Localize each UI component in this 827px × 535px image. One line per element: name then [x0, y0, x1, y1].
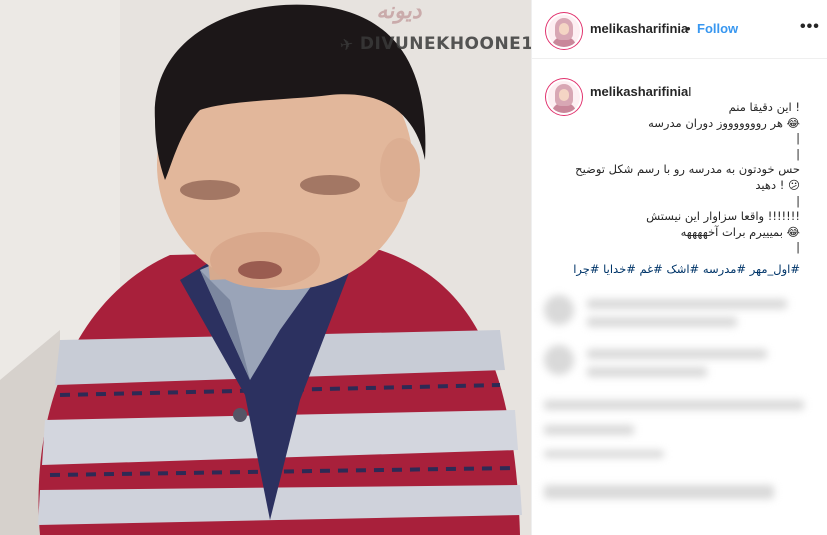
follow-button[interactable]: Follow — [697, 21, 738, 36]
caption-line: 😕 ! دهید — [755, 177, 800, 192]
post-sidebar: melikasharifinia • Follow ••• melikashar… — [531, 0, 827, 535]
caption-text: ! این دقیقا منم 😂 هر روووووووز دوران مدر… — [575, 100, 800, 256]
telegram-icon: ✈ — [338, 33, 356, 55]
watermark-logo: ديونه — [375, 0, 426, 24]
post-header: melikasharifinia • Follow ••• — [532, 0, 827, 59]
more-options-icon[interactable]: ••• — [800, 18, 820, 36]
caption-line: ! این دقیقا منم — [728, 100, 800, 114]
video-frame — [0, 0, 531, 535]
header-username[interactable]: melikasharifinia — [590, 21, 688, 36]
instagram-post: ديونه ✈ DIVUNEKHOONE1 melikasharifinia •… — [0, 0, 827, 535]
caption-line: 😂 بمیییرم برات آخههههه — [680, 224, 800, 239]
caption-hashtags[interactable]: #اول_مهر #مدرسه #اشک #غم #خدایا #چرا — [573, 262, 800, 276]
header-separator: • — [686, 21, 691, 36]
post-video[interactable]: ديونه ✈ DIVUNEKHOONE1 — [0, 0, 531, 535]
watermark-channel: ✈ DIVUNEKHOONE1 — [338, 33, 531, 55]
caption-marker: I — [688, 84, 692, 99]
caption-line: حس خودتون به مدرسه رو با رسم شکل توضیح — [575, 162, 800, 177]
caption-avatar[interactable] — [546, 79, 582, 115]
caption-line: !!!!!!! واقعا سزاوار این نیستش — [646, 209, 800, 224]
caption-username[interactable]: melikasharifinia — [590, 84, 688, 99]
caption-line: | — [796, 193, 800, 208]
caption-line: | — [796, 240, 800, 255]
caption-line: | — [796, 131, 800, 146]
blurred-comments — [532, 285, 827, 535]
avatar[interactable] — [546, 13, 582, 49]
caption-line: 😂 هر روووووووز دوران مدرسه — [648, 115, 800, 130]
watermark-channel-text: DIVUNEKHOONE1 — [359, 34, 531, 54]
caption-line: | — [796, 146, 800, 161]
